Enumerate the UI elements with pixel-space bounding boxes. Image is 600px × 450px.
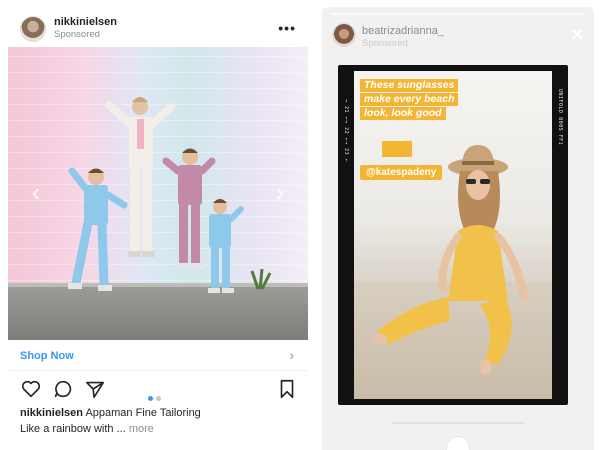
film-edge-right: UNIFOLD 800S FF1 bbox=[555, 79, 565, 391]
sticker-line-1: These sunglasses bbox=[360, 79, 459, 92]
caption-username[interactable]: nikkinielsen bbox=[20, 407, 83, 419]
toddler-blue-figure bbox=[208, 199, 244, 293]
mention-sticker[interactable]: @katespadeny bbox=[360, 165, 443, 180]
boy-pink-figure bbox=[162, 148, 216, 269]
feed-post: nikkinielsen Sponsored ••• ‹ › Shop Now … bbox=[8, 0, 308, 450]
story-progress-bar bbox=[330, 13, 586, 15]
story-sponsored-label: Sponsored bbox=[362, 38, 408, 49]
story-footer bbox=[322, 412, 594, 450]
woman-figure bbox=[105, 97, 175, 257]
caption-line-2: Like a rainbow with ... more bbox=[20, 423, 154, 435]
carousel-prev-arrow-icon[interactable]: ‹ bbox=[26, 177, 46, 207]
story-photo: These sunglasses make every beach look, … bbox=[354, 71, 552, 399]
heart-icon[interactable] bbox=[20, 378, 42, 400]
woman-illustration bbox=[372, 145, 528, 375]
avatar[interactable] bbox=[20, 16, 46, 42]
film-edge-text-right: UNIFOLD 800S FF1 bbox=[557, 89, 563, 146]
share-icon[interactable] bbox=[84, 378, 106, 400]
film-frame: → 21 ←→ 22 ←→ 23 ← UNIFOLD 800S FF1 Thes… bbox=[338, 65, 568, 405]
family-photo bbox=[68, 97, 272, 293]
carousel-next-arrow-icon[interactable]: › bbox=[270, 177, 290, 207]
comment-icon[interactable] bbox=[52, 378, 74, 400]
more-options-icon[interactable]: ••• bbox=[278, 20, 296, 36]
small-sticker bbox=[382, 141, 412, 157]
sponsored-label: Sponsored bbox=[54, 29, 100, 40]
plant bbox=[250, 268, 272, 290]
bookmark-icon[interactable] bbox=[276, 378, 298, 400]
post-actions bbox=[8, 376, 308, 404]
chevron-right-icon[interactable]: › bbox=[289, 347, 294, 363]
sticker-line-3: look, look good bbox=[360, 107, 446, 120]
film-edge-left: → 21 ←→ 22 ←→ 23 ← bbox=[341, 79, 351, 391]
caption-preview: Like a rainbow with ... bbox=[20, 423, 126, 435]
swipe-up-handle[interactable] bbox=[446, 436, 470, 450]
carousel-dot-2 bbox=[156, 396, 161, 401]
caption-text: Appaman Fine Tailoring bbox=[85, 407, 201, 419]
story-avatar[interactable] bbox=[332, 23, 356, 47]
shop-now-button[interactable]: Shop Now bbox=[20, 350, 74, 362]
caption-more-link[interactable]: more bbox=[129, 423, 154, 435]
shop-now-bar[interactable]: Shop Now › bbox=[8, 343, 308, 371]
story-username[interactable]: beatrizadrianna_ bbox=[362, 25, 444, 37]
film-edge-text-left: → 21 ←→ 22 ←→ 23 ← bbox=[343, 99, 349, 163]
close-icon[interactable]: ✕ bbox=[571, 25, 584, 45]
boy-blue-figure bbox=[68, 167, 128, 291]
sticker-line-2: make every beach bbox=[360, 93, 459, 106]
carousel-indicator bbox=[148, 388, 164, 406]
story-ad[interactable]: beatrizadrianna_ Sponsored ✕ → 21 ←→ 22 … bbox=[322, 7, 594, 450]
story-footer-line bbox=[392, 422, 524, 424]
post-header: nikkinielsen Sponsored ••• bbox=[8, 8, 308, 48]
caption-line-1: nikkinielsen Appaman Fine Tailoring bbox=[20, 407, 201, 419]
post-username[interactable]: nikkinielsen bbox=[54, 16, 117, 28]
post-image[interactable]: ‹ › bbox=[8, 47, 308, 340]
carousel-dot-1 bbox=[148, 396, 153, 401]
